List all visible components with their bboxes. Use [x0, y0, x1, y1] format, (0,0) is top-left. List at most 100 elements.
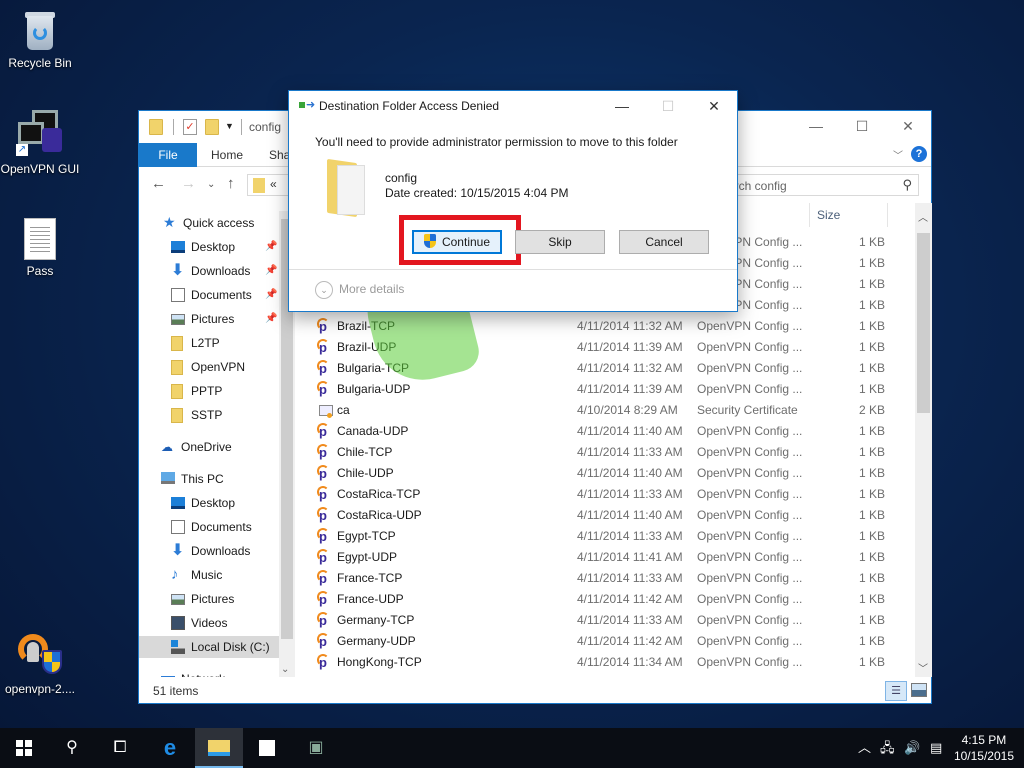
sidebar-item-pc-downloads[interactable]: ⬇ Downloads	[139, 540, 283, 562]
file-explorer-taskbar-button[interactable]	[195, 728, 243, 768]
sidebar-item-label: This PC	[181, 472, 224, 486]
close-button[interactable]: ✕	[885, 111, 931, 141]
file-date-modified: 4/11/2014 11:32 AM	[577, 319, 683, 333]
music-icon: ♪	[171, 566, 179, 583]
sidebar-item-sstp[interactable]: SSTP	[139, 404, 283, 426]
file-type: OpenVPN Config ...	[697, 466, 803, 480]
tab-home[interactable]: Home	[197, 143, 257, 167]
file-row[interactable]: p Bulgaria-UDP 4/11/2014 11:39 AM OpenVPN C…	[299, 379, 909, 400]
sidebar-item-onedrive[interactable]: ☁ OneDrive	[139, 436, 283, 458]
search-button[interactable]: ⚲	[48, 728, 96, 768]
file-row[interactable]: p Chile-UDP 4/11/2014 11:40 AM OpenVPN Conf…	[299, 463, 909, 484]
pin-icon[interactable]: 📌	[265, 260, 277, 282]
scroll-up-icon[interactable]: ︿	[918, 209, 928, 224]
file-date-modified: 4/10/2014 8:29 AM	[577, 403, 678, 417]
sidebar-item-pptp[interactable]: PPTP	[139, 380, 283, 402]
minimize-button[interactable]: —	[793, 111, 839, 141]
help-icon[interactable]: ?	[911, 146, 927, 162]
file-row[interactable]: p Canada-UDP 4/11/2014 11:40 AM OpenVPN Con…	[299, 421, 909, 442]
recent-locations-icon[interactable]: ⌄	[207, 179, 215, 190]
sidebar-item-network[interactable]: Network	[139, 668, 283, 677]
scrollbar-thumb[interactable]	[917, 233, 930, 413]
scroll-down-icon[interactable]: ⌄	[281, 664, 289, 675]
file-row[interactable]: p France-UDP 4/11/2014 11:42 AM OpenVPN Con…	[299, 589, 909, 610]
sidebar-item-l2tp[interactable]: L2TP	[139, 332, 283, 354]
breadcrumb-overflow[interactable]: «	[270, 177, 277, 191]
sidebar-item-pc-pictures[interactable]: Pictures	[139, 588, 283, 610]
edge-taskbar-button[interactable]: e	[146, 728, 194, 768]
pin-icon[interactable]: 📌	[265, 308, 277, 330]
forward-arrow-icon[interactable]: →	[181, 175, 196, 192]
pin-icon[interactable]: 📌	[265, 236, 277, 258]
details-view-button[interactable]: ☰	[885, 681, 907, 701]
up-arrow-icon[interactable]: ↑	[227, 175, 235, 192]
file-type: OpenVPN Config ...	[697, 529, 803, 543]
file-list-scrollbar[interactable]: ︿ ﹀	[915, 203, 932, 677]
sidebar-item-quick-access[interactable]: ★ Quick access	[139, 212, 283, 234]
column-divider[interactable]	[887, 203, 888, 227]
file-row[interactable]: p Egypt-UDP 4/11/2014 11:41 AM OpenVPN Conf…	[299, 547, 909, 568]
file-row[interactable]: p Egypt-TCP 4/11/2014 11:33 AM OpenVPN Conf…	[299, 526, 909, 547]
scroll-down-icon[interactable]: ﹀	[918, 660, 928, 675]
folder-icon	[171, 336, 183, 351]
show-hidden-icons-button[interactable]: ︿	[858, 728, 871, 768]
sidebar-item-documents[interactable]: Documents 📌	[139, 284, 283, 306]
dialog-minimize-button[interactable]: —	[599, 91, 645, 121]
sidebar-item-pc-music[interactable]: ♪ Music	[139, 564, 283, 586]
file-row[interactable]: p Brazil-UDP 4/11/2014 11:39 AM OpenVPN Con…	[299, 337, 909, 358]
action-center-icon[interactable]: ▤	[930, 728, 942, 768]
file-row[interactable]: p France-TCP 4/11/2014 11:33 AM OpenVPN Con…	[299, 568, 909, 589]
desktop-icon-pass[interactable]: Pass	[0, 218, 80, 278]
sidebar-item-downloads[interactable]: ⬇ Downloads 📌	[139, 260, 283, 282]
file-name: Germany-TCP	[337, 613, 415, 627]
file-row[interactable]: p HongKong-TCP 4/11/2014 11:34 AM OpenVPN C…	[299, 652, 909, 673]
skip-button[interactable]: Skip	[515, 230, 605, 254]
tab-file[interactable]: File	[139, 143, 197, 167]
sidebar-item-this-pc[interactable]: This PC	[139, 468, 283, 490]
column-header-size[interactable]: Size	[817, 203, 840, 227]
file-row[interactable]: p Brazil-TCP 4/11/2014 11:32 AM OpenVPN Con…	[299, 316, 909, 337]
folder-icon	[171, 360, 183, 375]
sidebar-item-pc-videos[interactable]: Videos	[139, 612, 283, 634]
volume-icon[interactable]: 🔊	[904, 728, 920, 768]
properties-icon[interactable]: ✓	[183, 119, 197, 135]
openvpn-config-icon: p	[317, 423, 333, 439]
desktop-icon-recycle-bin[interactable]: Recycle Bin	[0, 10, 80, 70]
store-taskbar-button[interactable]	[243, 728, 291, 768]
maximize-button[interactable]: ☐	[839, 111, 885, 141]
continue-button[interactable]: Continue	[412, 230, 502, 254]
sidebar-item-openvpn[interactable]: OpenVPN	[139, 356, 283, 378]
sidebar-item-pictures[interactable]: Pictures 📌	[139, 308, 283, 330]
more-details-toggle[interactable]: ⌄ More details	[315, 281, 404, 299]
sidebar-item-pc-local-disk-c-[interactable]: Local Disk (C:)	[139, 636, 281, 658]
sidebar-item-label: Network	[181, 668, 225, 677]
column-divider[interactable]	[809, 203, 810, 227]
file-row[interactable]: p Bulgaria-TCP 4/11/2014 11:32 AM OpenVPN C…	[299, 358, 909, 379]
task-view-button[interactable]: ⧠	[96, 728, 144, 768]
file-row[interactable]: p CostaRica-UDP 4/11/2014 11:40 AM OpenVPN …	[299, 505, 909, 526]
desktop-icon-openvpn-installer[interactable]: openvpn-2....	[0, 632, 80, 696]
openvpn-taskbar-button[interactable]: ▣	[292, 728, 340, 768]
customize-toolbar-icon[interactable]: ▼	[225, 121, 234, 131]
start-button[interactable]	[0, 728, 48, 768]
sidebar-item-desktop[interactable]: Desktop 📌	[139, 236, 283, 258]
search-input[interactable]: arch config ⚲	[721, 174, 919, 196]
expand-ribbon-icon[interactable]: ﹀	[893, 147, 903, 162]
file-row[interactable]: ca 4/10/2014 8:29 AM Security Certificate 2…	[299, 400, 909, 421]
new-folder-icon[interactable]	[205, 119, 219, 135]
dialog-close-button[interactable]: ✕	[691, 91, 737, 121]
large-icons-view-button[interactable]	[911, 683, 927, 697]
system-clock[interactable]: 4:15 PM 10/15/2015	[954, 732, 1014, 764]
file-date-modified: 4/11/2014 11:33 AM	[577, 529, 683, 543]
cancel-button[interactable]: Cancel	[619, 230, 709, 254]
file-row[interactable]: p Chile-TCP 4/11/2014 11:33 AM OpenVPN Conf…	[299, 442, 909, 463]
back-arrow-icon[interactable]: ←	[151, 175, 166, 192]
sidebar-item-pc-desktop[interactable]: Desktop	[139, 492, 283, 514]
file-row[interactable]: p Germany-UDP 4/11/2014 11:42 AM OpenVPN Co…	[299, 631, 909, 652]
pin-icon[interactable]: 📌	[265, 284, 277, 306]
desktop-icon-openvpn-gui[interactable]: ↗ OpenVPN GUI	[0, 110, 80, 176]
network-icon[interactable]: 🖧	[880, 728, 895, 768]
sidebar-item-pc-documents[interactable]: Documents	[139, 516, 283, 538]
file-row[interactable]: p Germany-TCP 4/11/2014 11:33 AM OpenVPN Co…	[299, 610, 909, 631]
file-row[interactable]: p CostaRica-TCP 4/11/2014 11:33 AM OpenVPN …	[299, 484, 909, 505]
